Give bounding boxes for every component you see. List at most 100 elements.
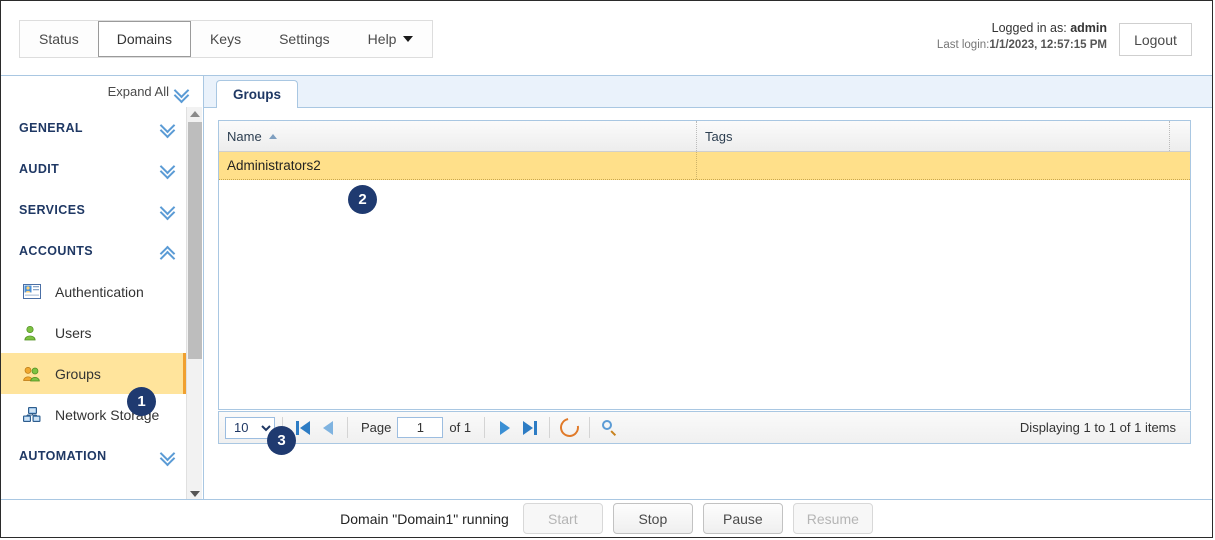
pause-button[interactable]: Pause bbox=[702, 503, 783, 534]
logged-in-as: Logged in as: admin bbox=[937, 21, 1107, 36]
toolbar-separator bbox=[484, 417, 486, 438]
column-header-tags[interactable]: Tags bbox=[697, 121, 1170, 151]
refresh-icon bbox=[556, 414, 583, 441]
chevron-double-down-icon bbox=[161, 161, 175, 175]
sidebar-group-accounts[interactable]: ACCOUNTS bbox=[1, 230, 187, 271]
sidebar-item-groups-label: Groups bbox=[55, 365, 101, 382]
scrollbar-thumb[interactable] bbox=[188, 122, 202, 359]
sidebar-item-authentication[interactable]: Authentication bbox=[1, 271, 187, 312]
callout-badge-1: 1 bbox=[127, 387, 156, 416]
main-content-panel: Groups Name Tags Administrators2 10 Page… bbox=[204, 76, 1212, 537]
next-page-icon bbox=[499, 420, 510, 435]
nav-tab-status-label: Status bbox=[39, 31, 79, 47]
pagination-toolbar: 10 25 50 100 Page of 1 bbox=[218, 411, 1191, 444]
sidebar-scrollbar[interactable] bbox=[186, 107, 202, 501]
sidebar-group-audit-label: AUDIT bbox=[19, 161, 60, 176]
domain-status-bar: Domain "Domain1" running Start Stop Paus… bbox=[1, 499, 1212, 537]
sidebar-group-audit[interactable]: AUDIT bbox=[1, 148, 187, 189]
page-number-input[interactable] bbox=[397, 417, 444, 438]
tab-groups[interactable]: Groups bbox=[216, 80, 299, 108]
toolbar-separator bbox=[589, 417, 591, 438]
sidebar-group-automation-label: AUTOMATION bbox=[19, 448, 107, 463]
page-label: Page bbox=[361, 420, 392, 435]
start-button[interactable]: Start bbox=[522, 503, 603, 534]
nav-tab-settings-label: Settings bbox=[279, 31, 330, 47]
top-navigation-bar: Status Domains Keys Settings Help Logged… bbox=[1, 1, 1212, 76]
sidebar-nav-list: GENERAL AUDIT SERVICES ACCOUNTS Authenti… bbox=[1, 107, 187, 476]
previous-page-button[interactable] bbox=[315, 416, 340, 439]
next-page-button[interactable] bbox=[492, 416, 517, 439]
sidebar-item-users-label: Users bbox=[55, 324, 92, 341]
expand-all-toggle[interactable]: Expand All bbox=[1, 76, 203, 107]
nav-tab-help[interactable]: Help bbox=[349, 21, 433, 57]
stop-button[interactable]: Stop bbox=[612, 503, 693, 534]
column-header-tags-label: Tags bbox=[705, 128, 733, 144]
sidebar-group-automation[interactable]: AUTOMATION bbox=[1, 435, 187, 476]
last-login-label: Last login: bbox=[936, 39, 990, 51]
previous-page-icon bbox=[322, 420, 333, 435]
expand-all-label: Expand All bbox=[107, 84, 169, 99]
groups-grid: Name Tags Administrators2 bbox=[218, 120, 1191, 410]
sidebar-group-services[interactable]: SERVICES bbox=[1, 189, 187, 230]
last-login: Last login:1/1/2023, 12:57:15 PM bbox=[937, 38, 1107, 53]
nav-tab-keys[interactable]: Keys bbox=[191, 21, 260, 57]
callout-badge-3: 3 bbox=[267, 426, 296, 455]
session-info: Logged in as: admin Last login:1/1/2023,… bbox=[937, 21, 1107, 53]
application-window: Status Domains Keys Settings Help Logged… bbox=[0, 0, 1213, 538]
network-storage-icon bbox=[23, 406, 41, 423]
page-total-label: of 1 bbox=[449, 420, 472, 435]
body-area: Expand All GENERAL AUDIT SERVICES ACCOUN… bbox=[1, 76, 1212, 537]
sidebar-group-general[interactable]: GENERAL bbox=[1, 107, 187, 148]
chevron-double-down-icon bbox=[161, 448, 175, 462]
first-page-icon bbox=[295, 420, 299, 435]
column-header-name[interactable]: Name bbox=[219, 121, 697, 151]
main-nav-tabs: Status Domains Keys Settings Help bbox=[19, 20, 434, 58]
sidebar-item-groups[interactable]: Groups bbox=[1, 353, 187, 394]
displaying-count: Displaying 1 to 1 of 1 items bbox=[1019, 420, 1176, 435]
search-button[interactable] bbox=[597, 416, 622, 439]
toolbar-separator bbox=[549, 417, 551, 438]
nav-tab-help-label: Help bbox=[367, 31, 397, 47]
cell-name: Administrators2 bbox=[219, 152, 697, 179]
sidebar-item-users[interactable]: Users bbox=[1, 312, 187, 353]
content-tab-strip: Groups bbox=[204, 76, 1212, 108]
grid-header-row: Name Tags bbox=[219, 121, 1190, 152]
nav-tab-settings[interactable]: Settings bbox=[260, 21, 349, 57]
domain-status-text: Domain "Domain1" running bbox=[340, 510, 509, 527]
refresh-button[interactable] bbox=[556, 414, 583, 441]
column-header-spacer bbox=[1170, 121, 1190, 151]
last-login-value: 1/1/2023, 12:57:15 PM bbox=[989, 39, 1107, 51]
nav-tab-domains-label: Domains bbox=[116, 31, 172, 47]
table-row[interactable]: Administrators2 bbox=[219, 152, 1190, 180]
nav-tab-keys-label: Keys bbox=[209, 31, 242, 47]
sidebar-group-general-label: GENERAL bbox=[19, 120, 83, 135]
sidebar-item-network-storage[interactable]: Network Storage bbox=[1, 394, 187, 435]
logged-in-username: admin bbox=[1070, 21, 1107, 35]
sidebar-item-authentication-label: Authentication bbox=[55, 283, 144, 300]
sidebar: Expand All GENERAL AUDIT SERVICES ACCOUN… bbox=[1, 76, 204, 501]
chevron-double-down-icon bbox=[175, 85, 189, 99]
nav-tab-status[interactable]: Status bbox=[20, 21, 98, 57]
chevron-double-down-icon bbox=[161, 120, 175, 134]
sidebar-scroll-area: GENERAL AUDIT SERVICES ACCOUNTS Authenti… bbox=[1, 107, 203, 501]
logged-in-as-label: Logged in as: bbox=[991, 21, 1071, 35]
toolbar-separator bbox=[347, 417, 348, 438]
last-page-icon bbox=[533, 420, 537, 435]
search-icon bbox=[601, 419, 618, 436]
chevron-double-down-icon bbox=[161, 202, 175, 216]
logout-button[interactable]: Logout bbox=[1119, 23, 1192, 56]
resume-button[interactable]: Resume bbox=[792, 503, 873, 534]
cell-tags bbox=[697, 152, 1170, 179]
scroll-up-arrow-icon[interactable] bbox=[187, 107, 203, 121]
sidebar-group-accounts-label: ACCOUNTS bbox=[19, 243, 94, 258]
caret-down-icon bbox=[403, 36, 414, 42]
user-green-icon bbox=[23, 325, 41, 341]
sidebar-group-services-label: SERVICES bbox=[19, 202, 86, 217]
nav-tab-domains[interactable]: Domains bbox=[97, 21, 191, 57]
users-group-icon bbox=[23, 366, 41, 382]
sort-ascending-icon bbox=[268, 133, 277, 139]
callout-badge-2: 2 bbox=[348, 185, 377, 214]
column-header-name-label: Name bbox=[227, 128, 262, 144]
chevron-double-up-icon bbox=[161, 243, 175, 257]
last-page-button[interactable] bbox=[517, 416, 542, 439]
